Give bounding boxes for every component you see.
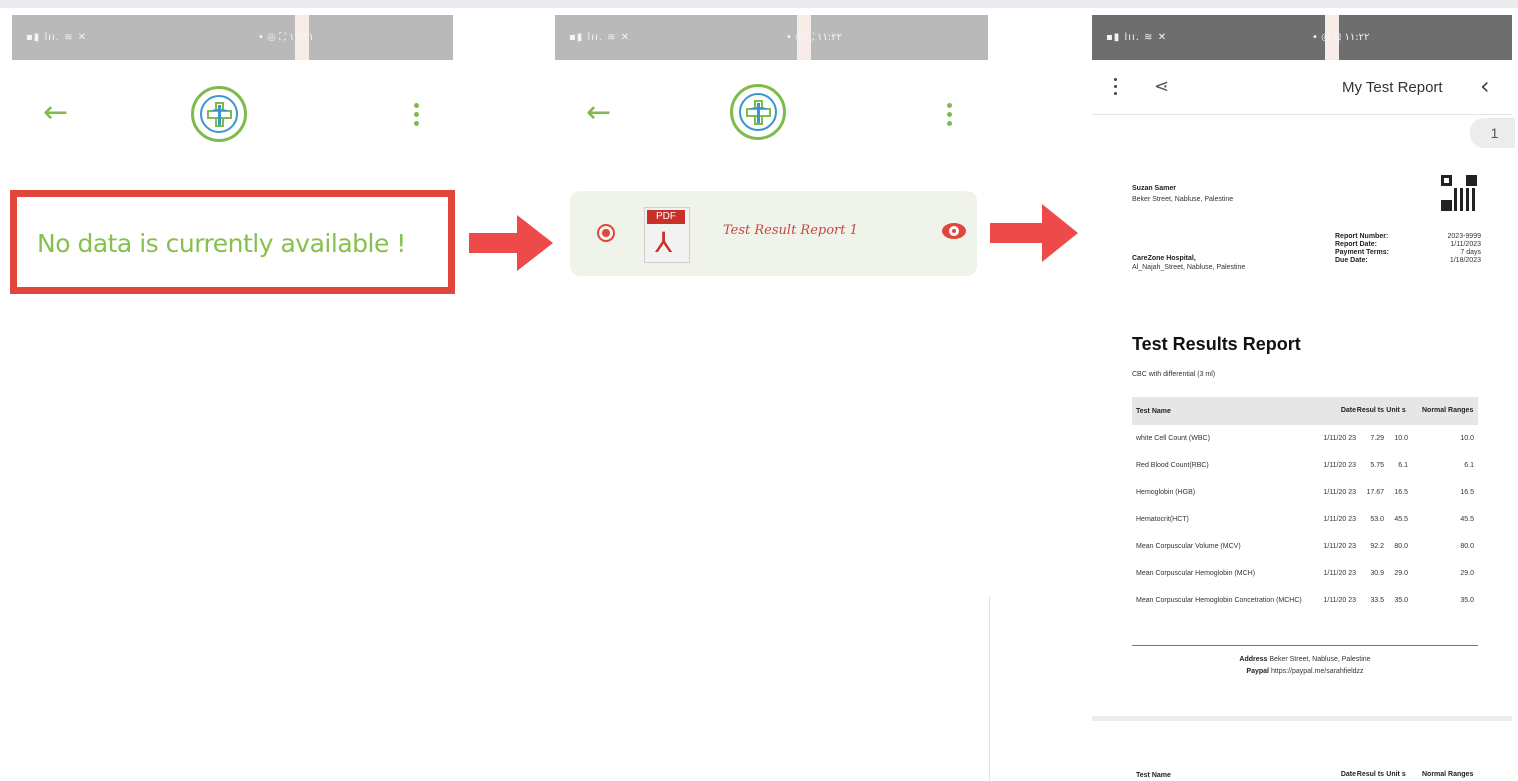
report-meta: Report Number: 2023-9999 Report Date: 1/11… xyxy=(1335,233,1481,264)
table-row: Hematocrit(HCT) 1/11/20 23 53.0 45.5 45.… xyxy=(1136,515,1474,524)
patient-address: Beker Street, Nabluse, Palestine xyxy=(1132,196,1234,203)
file-name[interactable]: Test Result Report 1 xyxy=(723,223,858,238)
top-strip xyxy=(0,0,1518,8)
back-arrow-icon[interactable]: ← xyxy=(586,98,611,128)
table-header: Test Name Date Resul ts Unit s Normal Ra… xyxy=(1132,761,1478,781)
more-vert-icon[interactable] xyxy=(947,103,953,130)
footer-address: Address Beker Street, Nabluse, Palestine xyxy=(1239,656,1371,663)
status-bar: ▪▮ lıı. ≋ ✕ • ◎ ⛶ ١١:٢٢ xyxy=(555,15,988,60)
more-vert-icon[interactable] xyxy=(1114,78,1117,99)
file-list-item[interactable]: PDF ⅄ Test Result Report 1 xyxy=(570,191,977,276)
status-bar: ▪▮ lıı. ≋ ✕ • ◎ ⛶ ١١:٢١ xyxy=(12,15,453,60)
table-row: Hemoglobin (HGB) 1/11/20 23 17.67 16.5 1… xyxy=(1136,488,1474,497)
back-arrow-icon[interactable]: ← xyxy=(43,98,68,128)
medical-logo-icon xyxy=(730,84,786,140)
report-title: Test Results Report xyxy=(1132,334,1301,354)
eye-icon[interactable] xyxy=(942,223,966,239)
medical-logo-icon xyxy=(191,86,247,142)
qr-code-icon xyxy=(1441,175,1477,211)
patient-name: Suzan Samer xyxy=(1132,185,1176,192)
pdf-file-icon: PDF ⅄ xyxy=(644,207,690,263)
status-clock: • ◎ ⊡ ١١:٢٢ xyxy=(1312,32,1370,43)
chevron-left-icon[interactable]: ‹ xyxy=(1480,72,1490,100)
empty-state-message: No data is currently available ! xyxy=(37,229,406,258)
report-subtitle: CBC with differential (3 ml) xyxy=(1132,371,1216,378)
right-arrow-icon xyxy=(990,204,1078,262)
table-row: Red Blood Count(RBC) 1/11/20 23 5.75 6.1… xyxy=(1136,461,1474,470)
table-row: Mean Corpuscular Hemoglobin (MCH) 1/11/2… xyxy=(1136,569,1474,578)
share-icon[interactable]: ⋖ xyxy=(1154,76,1169,97)
table-row: Mean Corpuscular Hemoglobin Concetration… xyxy=(1136,596,1474,604)
results-table-next-page: Test Name Date Resul ts Unit s Normal Ra… xyxy=(1132,761,1478,781)
report-document: Suzan Samer Beker Street, Nabluse, Pales… xyxy=(1092,115,1512,781)
status-icons-left: ▪▮ lıı. ≋ ✕ xyxy=(26,32,88,43)
radio-selected-icon[interactable] xyxy=(597,224,615,242)
more-vert-icon[interactable] xyxy=(414,103,420,130)
empty-state-box: No data is currently available ! xyxy=(10,190,455,294)
table-header: Test Name Date Resul ts Unit s Normal Ra… xyxy=(1132,397,1478,425)
results-table: Test Name Date Resul ts Unit s Normal Ra… xyxy=(1132,397,1478,614)
hospital-address: Al_Najah_Street, Nabluse, Palestine xyxy=(1132,264,1246,271)
table-row: Mean Corpuscular Volume (MCV) 1/11/20 23… xyxy=(1136,542,1474,551)
viewer-title: My Test Report xyxy=(1342,79,1443,96)
status-bar: ▪▮ lıı. ≋ ✕ • ◎ ⊡ ١١:٢٢ xyxy=(1092,15,1512,60)
status-icons-left: ▪▮ lıı. ≋ ✕ xyxy=(1106,32,1168,43)
status-clock: • ◎ ⛶ ١١:٢٢ xyxy=(786,32,843,43)
right-arrow-icon xyxy=(469,215,553,271)
status-icons-left: ▪▮ lıı. ≋ ✕ xyxy=(569,32,631,43)
hospital-name: CareZone Hospital, xyxy=(1132,255,1196,262)
viewer-toolbar: ⋖ My Test Report ‹ xyxy=(1092,60,1512,115)
status-clock: • ◎ ⛶ ١١:٢١ xyxy=(258,32,315,43)
page-separator xyxy=(1092,716,1512,721)
table-row: white Cell Count (WBC) 1/11/20 23 7.29 1… xyxy=(1136,434,1474,443)
footer-paypal: Paypal https://paypal.me/sarahfieldzz xyxy=(1246,668,1364,675)
